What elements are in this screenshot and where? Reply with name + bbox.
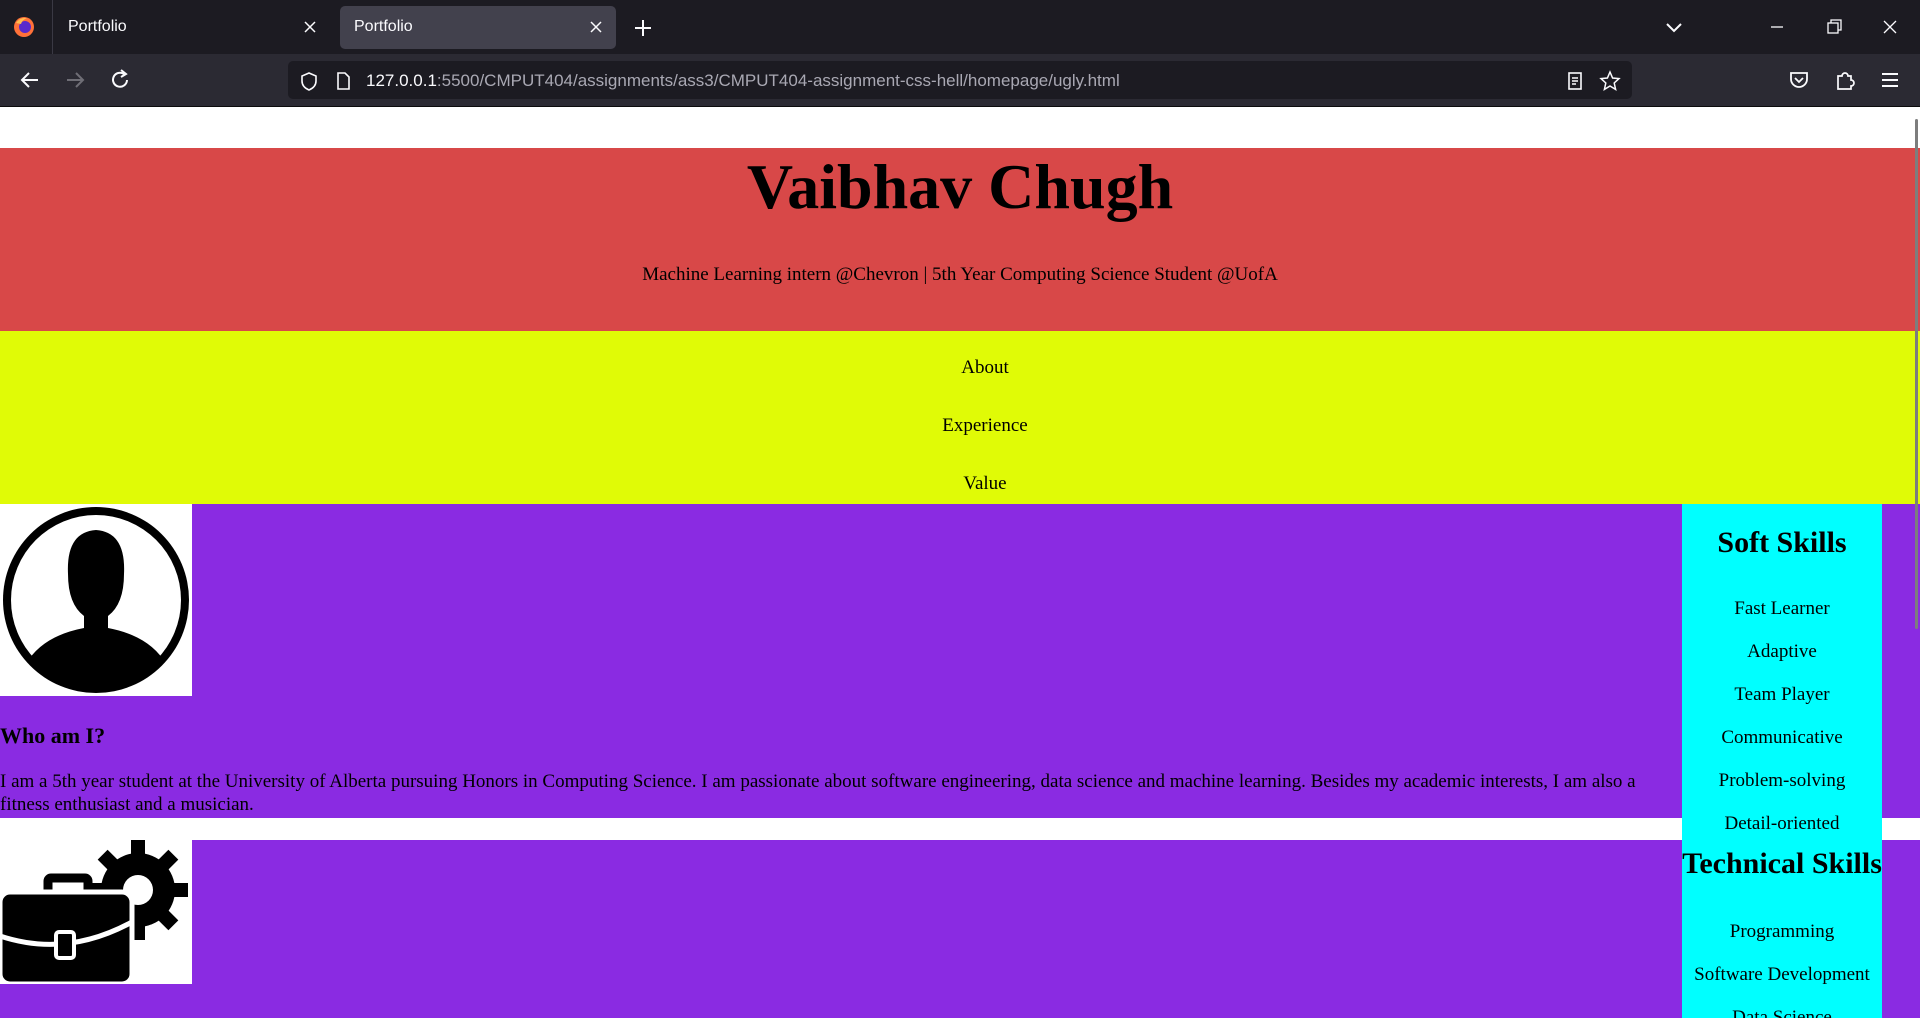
experience-section <box>0 840 1920 1018</box>
tab-list-chevron-down-icon[interactable] <box>1662 15 1686 39</box>
page-header: Vaibhav Chugh Machine Learning intern @C… <box>0 148 1920 331</box>
page-viewport[interactable]: Vaibhav Chugh Machine Learning intern @C… <box>0 107 1920 1018</box>
reader-view-icon[interactable] <box>1564 70 1586 92</box>
soft-skill-item: Communicative <box>1721 727 1843 748</box>
nav-link-about[interactable]: About <box>0 357 1920 379</box>
tab-title: Portfolio <box>354 18 413 35</box>
avatar <box>0 504 192 696</box>
new-tab-plus-icon[interactable] <box>630 15 656 41</box>
navigation-toolbar: 127.0.0.1:5500/CMPUT404/assignments/ass3… <box>0 54 1920 106</box>
soft-skill-item: Problem-solving <box>1718 770 1846 791</box>
soft-skill-item: Team Player <box>1734 684 1830 705</box>
soft-skill-item: Adaptive <box>1747 641 1817 662</box>
technical-skill-item: Software Development <box>1694 964 1870 985</box>
url-path: :5500/CMPUT404/assignments/ass3/CMPUT404… <box>436 71 1120 90</box>
hamburger-menu-icon[interactable] <box>1877 67 1903 93</box>
page-info-icon[interactable] <box>332 70 354 92</box>
firefox-logo-icon[interactable] <box>12 15 36 39</box>
experience-image <box>0 840 192 987</box>
page-scrollbar[interactable] <box>1915 119 1918 629</box>
technical-skills-heading: Technical Skills <box>1682 847 1882 880</box>
soft-skill-item: Fast Learner <box>1734 598 1830 619</box>
tracking-protection-shield-icon[interactable] <box>298 70 320 92</box>
url-host: 127.0.0.1 <box>366 71 437 90</box>
tab-portfolio-1[interactable]: Portfolio <box>54 6 330 49</box>
tab-strip: Portfolio Portfolio <box>0 0 1920 54</box>
about-text: I am a 5th year student at the Universit… <box>0 771 1636 815</box>
forward-arrow-icon[interactable] <box>62 67 88 93</box>
briefcase-gear-icon <box>0 840 188 987</box>
close-tab-icon[interactable] <box>300 17 320 37</box>
extensions-puzzle-icon[interactable] <box>1832 67 1858 93</box>
skills-sidebar: Soft Skills Fast Learner Adaptive Team P… <box>1682 504 1882 1018</box>
main-nav: About Experience Value <box>0 331 1920 504</box>
restore-window-icon[interactable] <box>1822 15 1846 39</box>
close-tab-icon[interactable] <box>586 17 606 37</box>
back-arrow-icon[interactable] <box>17 67 43 93</box>
soft-skills-heading: Soft Skills <box>1717 526 1847 559</box>
pocket-icon[interactable] <box>1786 67 1812 93</box>
url-bar[interactable]: 127.0.0.1:5500/CMPUT404/assignments/ass3… <box>288 61 1632 99</box>
url-text[interactable]: 127.0.0.1:5500/CMPUT404/assignments/ass3… <box>366 71 1120 91</box>
bookmark-star-icon[interactable] <box>1599 70 1621 92</box>
minimize-icon[interactable] <box>1765 15 1789 39</box>
technical-skill-item: Data Science <box>1732 1007 1832 1018</box>
technical-skill-item: Programming <box>1729 921 1835 942</box>
reload-icon[interactable] <box>107 67 133 93</box>
close-window-icon[interactable] <box>1878 15 1902 39</box>
tagline: Machine Learning intern @Chevron | 5th Y… <box>642 264 1278 285</box>
nav-link-value[interactable]: Value <box>0 473 1920 495</box>
nav-link-experience[interactable]: Experience <box>0 415 1920 437</box>
tab-title: Portfolio <box>68 18 127 35</box>
page-title: Vaibhav Chugh <box>746 151 1174 222</box>
about-section: Who am I? I am a 5th year student at the… <box>0 504 1920 818</box>
tab-portfolio-2[interactable]: Portfolio <box>340 6 616 49</box>
about-heading: Who am I? <box>0 723 106 748</box>
tab-separator <box>52 0 53 54</box>
soft-skill-item: Detail-oriented <box>1724 813 1840 834</box>
person-avatar-icon <box>3 507 189 693</box>
